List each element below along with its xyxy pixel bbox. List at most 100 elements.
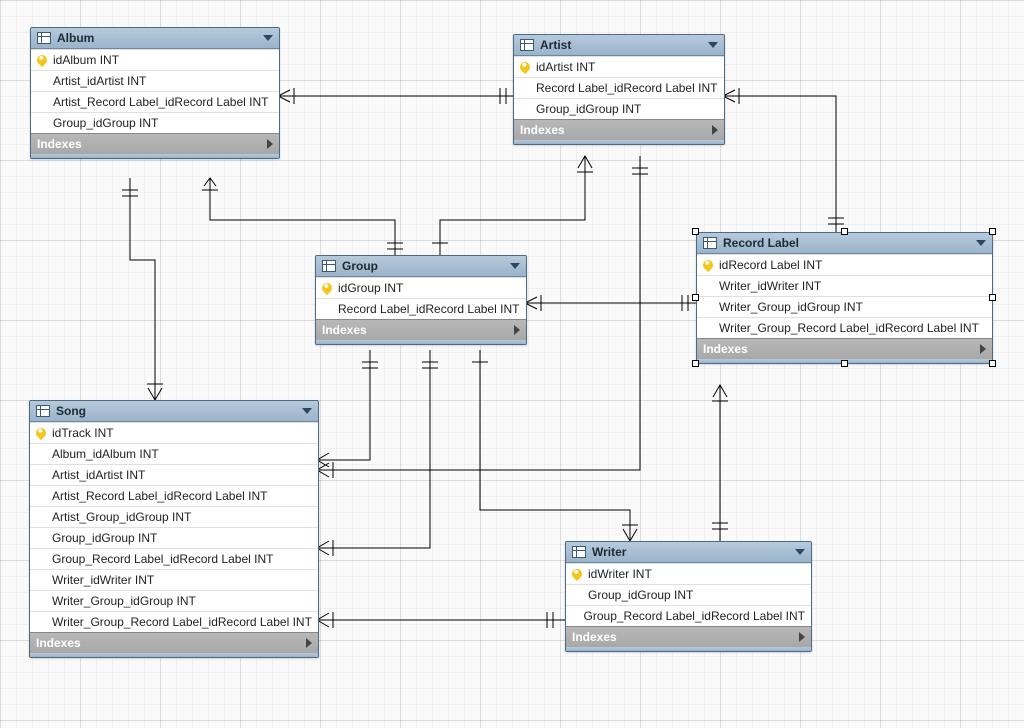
column-label: Group_Record Label_idRecord Label INT bbox=[52, 552, 273, 566]
column-row[interactable]: Writer_Group_Record Label_idRecord Label… bbox=[697, 317, 992, 338]
table-icon bbox=[520, 39, 534, 51]
column-row[interactable]: idWriter INT bbox=[566, 563, 811, 584]
collapse-icon[interactable] bbox=[795, 549, 805, 555]
column-row[interactable]: Writer_Group_idGroup INT bbox=[30, 590, 318, 611]
indexes-section[interactable]: Indexes bbox=[566, 626, 811, 647]
entity-title: Group bbox=[342, 259, 378, 273]
column-row[interactable]: idAlbum INT bbox=[31, 49, 279, 70]
column-row[interactable]: Group_idGroup INT bbox=[31, 112, 279, 133]
column-label: Group_idGroup INT bbox=[588, 588, 693, 602]
selection-handle[interactable] bbox=[692, 294, 699, 301]
entity-album[interactable]: Album idAlbum INT Artist_idArtist INT Artis… bbox=[30, 27, 280, 159]
column-row[interactable]: idTrack INT bbox=[30, 422, 318, 443]
indexes-label: Indexes bbox=[322, 323, 367, 337]
entity-writer[interactable]: Writer idWriter INT Group_idGroup INT Group… bbox=[565, 541, 812, 652]
column-row[interactable]: Group_idGroup INT bbox=[514, 98, 724, 119]
expand-icon[interactable] bbox=[712, 125, 718, 135]
primary-key-icon bbox=[518, 60, 532, 74]
indexes-section[interactable]: Indexes bbox=[316, 319, 526, 340]
collapse-icon[interactable] bbox=[510, 263, 520, 269]
erd-canvas[interactable]: AlbumidAlbum INTArtist_idArtist INTArtis… bbox=[0, 0, 1024, 728]
entity-title: Song bbox=[56, 404, 86, 418]
column-label: idAlbum INT bbox=[53, 53, 119, 67]
collapse-icon[interactable] bbox=[302, 408, 312, 414]
selection-handle[interactable] bbox=[841, 360, 848, 367]
column-row[interactable]: Group_Record Label_idRecord Label INT bbox=[566, 605, 811, 626]
selection-handle[interactable] bbox=[692, 360, 699, 367]
entity-titlebar[interactable]: Artist bbox=[514, 35, 724, 56]
column-label: Group_idGroup INT bbox=[53, 116, 158, 130]
expand-icon[interactable] bbox=[799, 632, 805, 642]
primary-key-icon bbox=[34, 426, 48, 440]
entity-artist[interactable]: Artist idArtist INT Record Label_idRecord … bbox=[513, 34, 725, 145]
column-label: Album_idAlbum INT bbox=[52, 447, 159, 461]
column-row[interactable]: Writer_Group_Record Label_idRecord Label… bbox=[30, 611, 318, 632]
entity-group[interactable]: Group idGroup INT Record Label_idRecord La… bbox=[315, 255, 527, 345]
table-icon bbox=[572, 546, 586, 558]
entity-title: Writer bbox=[592, 545, 626, 559]
entity-title: Album bbox=[57, 31, 94, 45]
indexes-section[interactable]: Indexes bbox=[30, 632, 318, 653]
selection-handle[interactable] bbox=[989, 294, 996, 301]
entity-song[interactable]: Song idTrack INT Album_idAlbum INT Artist_i… bbox=[29, 400, 319, 658]
column-row[interactable]: idArtist INT bbox=[514, 56, 724, 77]
entity-titlebar[interactable]: Record Label bbox=[697, 233, 992, 254]
primary-key-icon bbox=[701, 258, 715, 272]
entity-footer bbox=[30, 653, 318, 657]
column-label: Artist_Group_idGroup INT bbox=[52, 510, 191, 524]
primary-key-icon bbox=[320, 281, 334, 295]
column-row[interactable]: Group_idGroup INT bbox=[566, 584, 811, 605]
column-row[interactable]: Album_idAlbum INT bbox=[30, 443, 318, 464]
indexes-section[interactable]: Indexes bbox=[31, 133, 279, 154]
entity-titlebar[interactable]: Album bbox=[31, 28, 279, 49]
indexes-section[interactable]: Indexes bbox=[697, 338, 992, 359]
expand-icon[interactable] bbox=[306, 638, 312, 648]
selection-handle[interactable] bbox=[841, 228, 848, 235]
selection-handle[interactable] bbox=[989, 228, 996, 235]
column-label: Writer_idWriter INT bbox=[719, 279, 821, 293]
column-row[interactable]: Artist_Record Label_idRecord Label INT bbox=[31, 91, 279, 112]
column-label: Group_Record Label_idRecord Label INT bbox=[584, 609, 805, 623]
column-row[interactable]: Artist_idArtist INT bbox=[30, 464, 318, 485]
column-row[interactable]: Writer_Group_idGroup INT bbox=[697, 296, 992, 317]
primary-key-icon bbox=[570, 567, 584, 581]
primary-key-icon bbox=[35, 53, 49, 67]
collapse-icon[interactable] bbox=[708, 42, 718, 48]
column-row[interactable]: Group_Record Label_idRecord Label INT bbox=[30, 548, 318, 569]
entity-footer bbox=[566, 647, 811, 651]
table-icon bbox=[322, 260, 336, 272]
column-row[interactable]: Record Label_idRecord Label INT bbox=[316, 298, 526, 319]
entity-record-label[interactable]: Record LabelidRecord Label INT Writer_idW… bbox=[696, 232, 993, 364]
column-row[interactable]: Writer_idWriter INT bbox=[697, 275, 992, 296]
column-label: idWriter INT bbox=[588, 567, 652, 581]
entity-titlebar[interactable]: Writer bbox=[566, 542, 811, 563]
column-row[interactable]: Artist_Record Label_idRecord Label INT bbox=[30, 485, 318, 506]
collapse-icon[interactable] bbox=[976, 240, 986, 246]
column-label: Artist_idArtist INT bbox=[53, 74, 146, 88]
column-label: Writer_idWriter INT bbox=[52, 573, 154, 587]
column-row[interactable]: idRecord Label INT bbox=[697, 254, 992, 275]
column-row[interactable]: idGroup INT bbox=[316, 277, 526, 298]
table-icon bbox=[37, 32, 51, 44]
column-label: Writer_Group_Record Label_idRecord Label… bbox=[52, 615, 312, 629]
entity-titlebar[interactable]: Group bbox=[316, 256, 526, 277]
indexes-label: Indexes bbox=[36, 636, 81, 650]
expand-icon[interactable] bbox=[514, 325, 520, 335]
selection-handle[interactable] bbox=[989, 360, 996, 367]
column-row[interactable]: Writer_idWriter INT bbox=[30, 569, 318, 590]
entity-footer bbox=[514, 140, 724, 144]
column-row[interactable]: Artist_Group_idGroup INT bbox=[30, 506, 318, 527]
column-row[interactable]: Artist_idArtist INT bbox=[31, 70, 279, 91]
expand-icon[interactable] bbox=[267, 139, 273, 149]
column-label: Record Label_idRecord Label INT bbox=[338, 302, 519, 316]
column-label: idTrack INT bbox=[52, 426, 114, 440]
collapse-icon[interactable] bbox=[263, 35, 273, 41]
indexes-section[interactable]: Indexes bbox=[514, 119, 724, 140]
column-row[interactable]: Record Label_idRecord Label INT bbox=[514, 77, 724, 98]
entity-titlebar[interactable]: Song bbox=[30, 401, 318, 422]
column-row[interactable]: Group_idGroup INT bbox=[30, 527, 318, 548]
expand-icon[interactable] bbox=[980, 344, 986, 354]
column-label: idArtist INT bbox=[536, 60, 595, 74]
selection-handle[interactable] bbox=[692, 228, 699, 235]
indexes-label: Indexes bbox=[37, 137, 82, 151]
